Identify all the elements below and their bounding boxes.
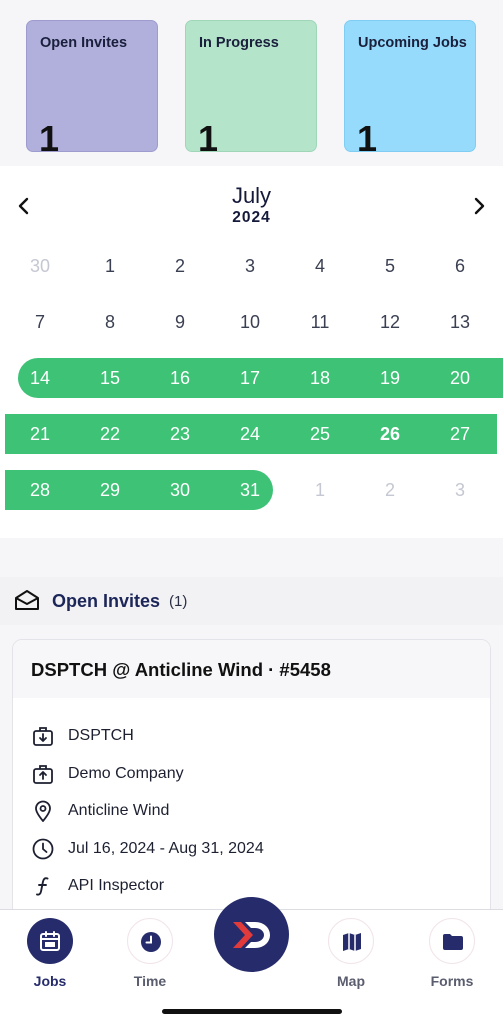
calendar: July 2024 30 1 2 3 4 5 6 7 8 9 10 11 12 13 14 15 16 17 18 1… — [0, 166, 503, 538]
calendar-day[interactable]: 31 — [220, 470, 280, 510]
open-invites-label: Open Invites — [40, 35, 128, 51]
jobs-icon-circle — [27, 918, 73, 964]
tab-label: Time — [133, 973, 167, 989]
calendar-day[interactable]: 3 — [430, 470, 490, 510]
calendar-day[interactable]: 23 — [150, 414, 210, 454]
section-count: (1) — [169, 593, 188, 610]
upcoming-jobs-label: Upcoming Jobs — [358, 35, 467, 51]
tab-label: Jobs — [33, 973, 67, 989]
envelope-open-icon — [15, 590, 39, 610]
tab-label: Forms — [430, 973, 474, 989]
calendar-day[interactable]: 4 — [290, 246, 350, 286]
home-indicator — [162, 1009, 342, 1014]
calendar-day[interactable]: 3 — [220, 246, 280, 286]
tab-map[interactable]: Map — [316, 918, 386, 989]
calendar-day[interactable]: 13 — [430, 302, 490, 342]
calendar-year: 2024 — [232, 209, 271, 226]
calendar-day[interactable]: 8 — [80, 302, 140, 342]
calendar-day[interactable]: 26 — [360, 414, 420, 454]
calendar-day[interactable]: 12 — [360, 302, 420, 342]
clock-icon — [32, 838, 54, 860]
dsptch-center-button[interactable] — [214, 897, 289, 972]
calendar-month: July — [231, 183, 272, 208]
calendar-day[interactable]: 10 — [220, 302, 280, 342]
briefcase-up-icon — [33, 765, 53, 784]
calendar-day[interactable]: 9 — [150, 302, 210, 342]
calendar-day[interactable]: 6 — [430, 246, 490, 286]
job-card-header: DSPTCH @ Anticline Wind · #5458 — [13, 640, 490, 698]
chevron-right-icon — [474, 197, 485, 215]
clock-icon — [141, 932, 161, 952]
dsptch-logo-icon — [233, 922, 270, 948]
stats-panel: Open Invites 1 In Progress 1 Upcoming Jo… — [0, 0, 503, 166]
tab-forms[interactable]: Forms — [417, 918, 487, 989]
calendar-day[interactable]: 22 — [80, 414, 140, 454]
calendar-day[interactable]: 14 — [10, 358, 70, 398]
open-invites-card[interactable]: Open Invites 1 — [26, 20, 158, 159]
folder-icon — [443, 934, 463, 950]
job-detail-text: API Inspector — [68, 877, 165, 894]
forms-icon-circle — [429, 918, 475, 964]
job-detail-text: Anticline Wind — [68, 802, 170, 819]
calendar-day[interactable]: 27 — [430, 414, 490, 454]
calendar-day[interactable]: 30 — [10, 246, 70, 286]
job-detail-text: DSPTCH — [68, 727, 134, 744]
tab-time[interactable]: Time — [115, 918, 185, 989]
location-pin-icon — [35, 800, 51, 822]
calendar-day[interactable]: 29 — [80, 470, 140, 510]
calendar-day[interactable]: 20 — [430, 358, 490, 398]
calendar-day[interactable]: 1 — [80, 246, 140, 286]
section-title: Open Invites — [52, 591, 161, 611]
calendar-day[interactable]: 28 — [10, 470, 70, 510]
upcoming-jobs-count: 1 — [357, 118, 378, 159]
job-detail-dates: Jul 16, 2024 - Aug 31, 2024 — [31, 836, 471, 862]
job-detail-company: Demo Company — [31, 761, 471, 787]
calendar-day[interactable]: 1 — [290, 470, 350, 510]
time-icon-circle — [127, 918, 173, 964]
next-month-button[interactable] — [467, 194, 491, 218]
open-invites-count: 1 — [39, 118, 60, 159]
tab-label: Map — [337, 973, 365, 989]
job-detail-location: Anticline Wind — [31, 798, 471, 824]
calendar-day[interactable]: 19 — [360, 358, 420, 398]
section-spacer — [0, 538, 503, 577]
calendar-icon — [40, 931, 60, 951]
calendar-day[interactable]: 21 — [10, 414, 70, 454]
calendar-day[interactable]: 25 — [290, 414, 350, 454]
calendar-day[interactable]: 2 — [150, 246, 210, 286]
map-icon-circle — [328, 918, 374, 964]
calendar-day[interactable]: 7 — [10, 302, 70, 342]
upcoming-jobs-card[interactable]: Upcoming Jobs 1 — [344, 20, 476, 159]
in-progress-card[interactable]: In Progress 1 — [185, 20, 317, 159]
calendar-day[interactable]: 15 — [80, 358, 140, 398]
calendar-day[interactable]: 17 — [220, 358, 280, 398]
calendar-day[interactable]: 30 — [150, 470, 210, 510]
job-detail-text: Jul 16, 2024 - Aug 31, 2024 — [68, 840, 264, 857]
calendar-day[interactable]: 24 — [220, 414, 280, 454]
open-invites-header[interactable]: Open Invites (1) — [0, 577, 503, 625]
calendar-day[interactable]: 16 — [150, 358, 210, 398]
job-detail-text: Demo Company — [68, 765, 184, 782]
map-icon — [343, 933, 361, 951]
in-progress-label: In Progress — [199, 35, 279, 51]
calendar-day[interactable]: 11 — [290, 302, 350, 342]
in-progress-count: 1 — [198, 118, 219, 159]
calendar-day[interactable]: 18 — [290, 358, 350, 398]
calendar-day[interactable]: 2 — [360, 470, 420, 510]
function-icon — [36, 877, 49, 896]
tab-jobs[interactable]: Jobs — [15, 918, 85, 989]
job-detail-role: API Inspector — [31, 873, 471, 899]
job-detail-dispatcher: DSPTCH — [31, 723, 471, 749]
briefcase-down-icon — [33, 727, 53, 746]
job-card[interactable]: DSPTCH @ Anticline Wind · #5458 DSPTCH D… — [12, 639, 491, 919]
job-title: DSPTCH @ Anticline Wind · #5458 — [31, 659, 331, 680]
calendar-day[interactable]: 5 — [360, 246, 420, 286]
